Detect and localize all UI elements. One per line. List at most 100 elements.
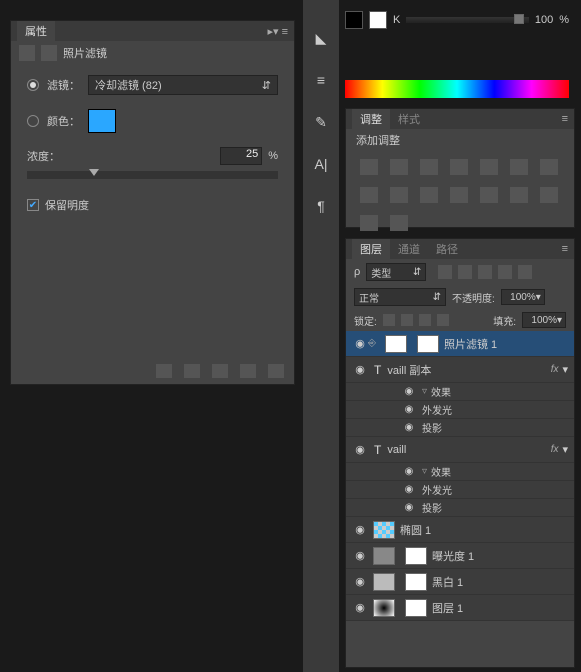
layer-row[interactable]: ◉Tvaillfx▾ [346, 437, 574, 463]
color-radio[interactable] [27, 115, 39, 127]
filter-radio[interactable] [27, 79, 39, 91]
levels-icon[interactable] [390, 159, 408, 175]
hue-icon[interactable] [510, 159, 528, 175]
panel-menu-icon[interactable]: ▸▾ ≡ [267, 25, 288, 38]
dock-character-icon[interactable]: A| [311, 156, 331, 174]
filter-adjust-icon[interactable] [458, 265, 472, 279]
visibility-icon[interactable]: ◉ [352, 523, 368, 536]
curves-icon[interactable] [420, 159, 438, 175]
search-icon[interactable]: ρ [354, 266, 360, 278]
effect-name: 外发光 [422, 482, 452, 497]
bw-icon[interactable] [360, 187, 378, 203]
fx-badge[interactable]: fx [551, 364, 559, 375]
chevron-updown-icon: ⇵ [413, 267, 421, 278]
k-unit: % [559, 14, 569, 26]
visibility-icon[interactable] [240, 364, 256, 378]
visibility-icon[interactable]: ◉ [402, 386, 416, 397]
visibility-icon[interactable]: ◉ [402, 466, 416, 477]
visibility-icon[interactable]: ◉ [352, 443, 368, 456]
reset-icon[interactable] [212, 364, 228, 378]
layer-row[interactable]: ◉黑白 1 [346, 569, 574, 595]
exposure-icon[interactable] [450, 159, 468, 175]
layer-row[interactable]: ◉图层 1 [346, 595, 574, 621]
channelmixer-icon[interactable] [420, 187, 438, 203]
k-slider[interactable] [406, 17, 529, 23]
layer-row[interactable]: ◉椭圆 1 [346, 517, 574, 543]
spectrum-strip[interactable] [345, 80, 569, 98]
layer-row[interactable]: ◉曝光度 1 [346, 543, 574, 569]
effect-name: 效果 [431, 384, 451, 399]
visibility-icon[interactable]: ◉ [352, 337, 368, 350]
dock-collapse-icon[interactable]: ◣ [311, 30, 331, 48]
layer-effect-row[interactable]: ◉外发光 [346, 401, 574, 419]
photofilter-icon[interactable] [390, 187, 408, 203]
lock-all-icon[interactable] [437, 314, 449, 326]
filter-pixel-icon[interactable] [438, 265, 452, 279]
density-input[interactable]: 25 [220, 147, 262, 165]
filter-kind-dropdown[interactable]: 类型 ⇵ [366, 263, 426, 281]
visibility-icon[interactable]: ◉ [402, 404, 416, 415]
visibility-icon[interactable]: ◉ [402, 502, 416, 513]
density-slider[interactable] [27, 171, 278, 179]
vibrance-icon[interactable] [480, 159, 498, 175]
gradientmap-icon[interactable] [360, 215, 378, 231]
invert-icon[interactable] [480, 187, 498, 203]
layer-effect-row[interactable]: ◉▿效果 [346, 463, 574, 481]
panel-menu-icon[interactable]: ≡ [562, 113, 568, 125]
visibility-icon[interactable]: ◉ [352, 549, 368, 562]
visibility-icon[interactable]: ◉ [402, 484, 416, 495]
fill-input[interactable]: 100% ▾ [522, 312, 566, 328]
chevron-down-icon[interactable]: ▾ [562, 443, 568, 456]
dock-paragraph-icon[interactable]: ≡ [311, 72, 331, 90]
blend-mode-dropdown[interactable]: 正常 ⇵ [354, 288, 446, 306]
dock-pilcrow-icon[interactable]: ¶ [311, 198, 331, 216]
layer-row[interactable]: ◉Tvaill 副本fx▾ [346, 357, 574, 383]
styles-tab[interactable]: 样式 [390, 109, 428, 129]
preserve-lum-checkbox[interactable]: ✔ [27, 199, 39, 211]
layer-effect-row[interactable]: ◉ ▿ 效果 [346, 383, 574, 401]
layer-effect-row[interactable]: ◉ 外发光 [346, 481, 574, 499]
disclosure-icon[interactable]: ▿ [422, 466, 427, 477]
panel-menu-icon[interactable]: ≡ [562, 243, 568, 255]
effect-name: 投影 [422, 500, 442, 515]
lock-brush-icon[interactable] [401, 314, 413, 326]
visibility-icon[interactable]: ◉ [352, 363, 368, 376]
selectivecolor-icon[interactable] [390, 215, 408, 231]
chevron-down-icon[interactable]: ▾ [562, 363, 568, 376]
preserve-lum-label: 保留明度 [45, 197, 89, 213]
layer-effect-row[interactable]: ◉ 投影 [346, 499, 574, 517]
layer-thumb [373, 521, 395, 539]
balance-icon[interactable] [540, 159, 558, 175]
brightness-icon[interactable] [360, 159, 378, 175]
lock-position-icon[interactable] [419, 314, 431, 326]
color-swatch[interactable] [88, 109, 116, 133]
k-swatch-white[interactable] [369, 11, 387, 29]
visibility-icon[interactable]: ◉ [352, 575, 368, 588]
paths-tab[interactable]: 路径 [428, 239, 466, 259]
properties-tab[interactable]: 属性 [17, 21, 55, 41]
clip-icon[interactable] [156, 364, 172, 378]
threshold-icon[interactable] [540, 187, 558, 203]
visibility-icon[interactable]: ◉ [352, 601, 368, 614]
opacity-input[interactable]: 100% ▾ [501, 289, 545, 305]
dock-brush-icon[interactable]: ✎ [311, 114, 331, 132]
visibility-icon[interactable]: ◉ [402, 422, 416, 433]
layer-effect-row[interactable]: ◉投影 [346, 419, 574, 437]
disclosure-icon[interactable]: ▿ [422, 386, 427, 397]
filter-shape-icon[interactable] [498, 265, 512, 279]
fx-badge[interactable]: fx [551, 444, 559, 455]
trash-icon[interactable] [268, 364, 284, 378]
channels-tab[interactable]: 通道 [390, 239, 428, 259]
adjustments-tab[interactable]: 调整 [352, 109, 390, 129]
filter-dropdown[interactable]: 冷却滤镜 (82) ⇵ [88, 75, 278, 95]
k-swatch-black[interactable] [345, 11, 363, 29]
prev-state-icon[interactable] [184, 364, 200, 378]
layer-row[interactable]: ◉⎆照片滤镜 1 [346, 331, 574, 357]
lock-pixels-icon[interactable] [383, 314, 395, 326]
filter-text-icon[interactable] [478, 265, 492, 279]
layers-tab[interactable]: 图层 [352, 239, 390, 259]
posterize-icon[interactable] [510, 187, 528, 203]
filter-smart-icon[interactable] [518, 265, 532, 279]
colorlookup-icon[interactable] [450, 187, 468, 203]
layers-header: 图层 通道 路径 ≡ [346, 239, 574, 259]
